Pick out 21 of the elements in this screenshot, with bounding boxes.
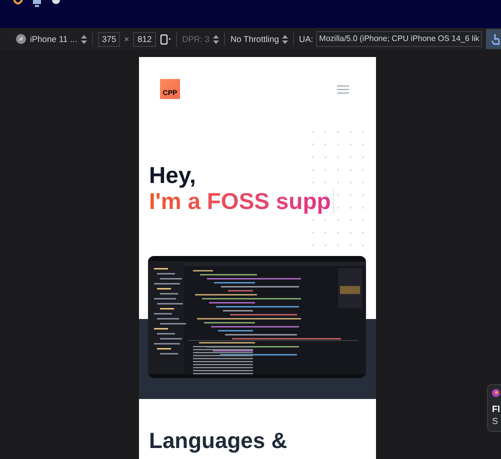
notification-card[interactable]: Fl S xyxy=(487,384,501,432)
rotate-icon[interactable] xyxy=(160,34,172,44)
width-field[interactable]: 375 xyxy=(98,32,120,46)
ua-label: UA: xyxy=(299,32,314,46)
height-field[interactable]: 812 xyxy=(133,32,156,46)
user-agent-field[interactable]: Mozilla/5.0 (iPhone; CPU iPhone OS 14_6 lik xyxy=(316,31,482,47)
compass-icon xyxy=(16,34,26,44)
throttling-select[interactable]: No Throttling xyxy=(230,32,279,46)
stepper-icon xyxy=(282,34,288,44)
dimension-separator: × xyxy=(124,32,130,46)
stepper-icon xyxy=(81,34,88,44)
device-select[interactable]: iPhone 11 ... xyxy=(30,32,78,46)
monitor-icon[interactable] xyxy=(32,0,42,7)
hand-pointer-icon xyxy=(491,33,501,45)
hero-heading: Hey, xyxy=(149,162,197,188)
section-heading: Languages & xyxy=(149,428,288,453)
stepper-icon xyxy=(213,34,220,44)
touch-toggle[interactable] xyxy=(486,29,501,49)
app-icon xyxy=(492,389,500,397)
notification-body: S xyxy=(492,415,498,427)
notification-title: Fl xyxy=(492,403,500,415)
